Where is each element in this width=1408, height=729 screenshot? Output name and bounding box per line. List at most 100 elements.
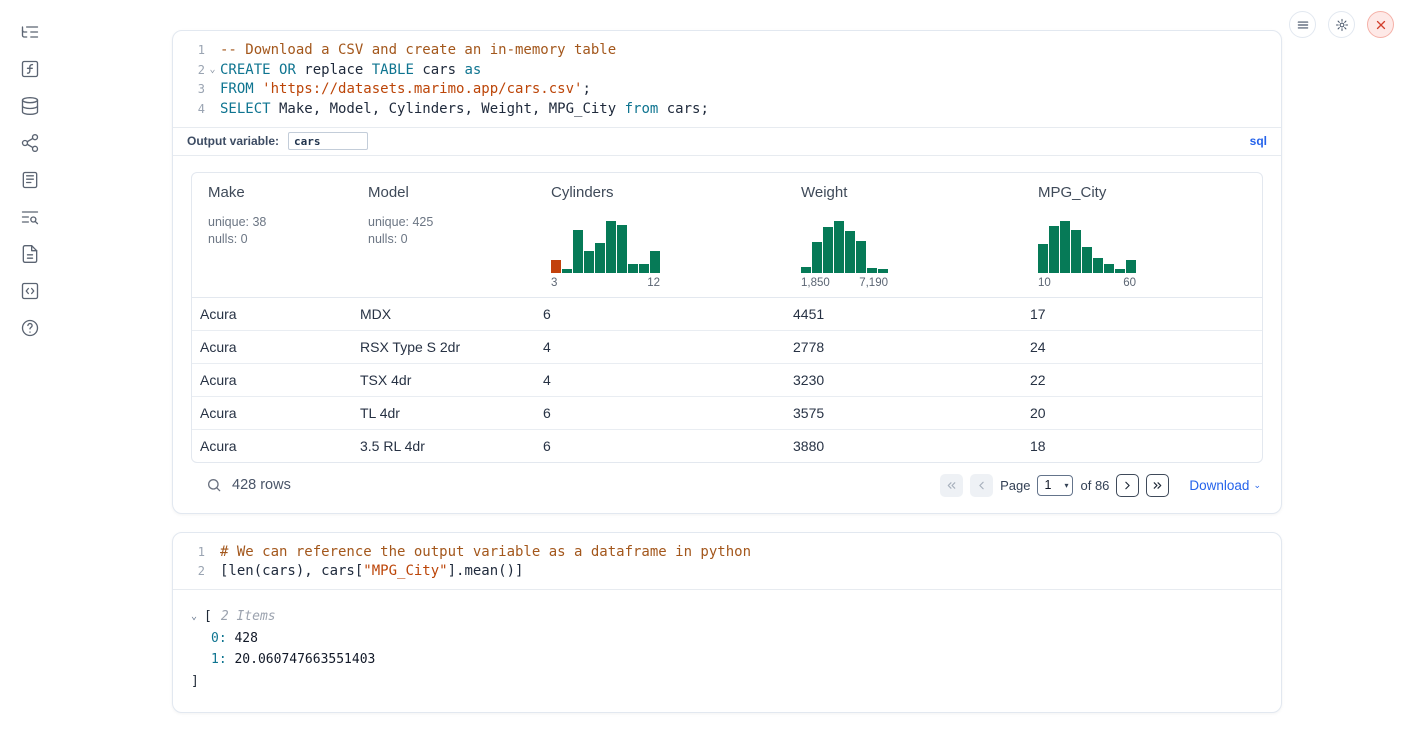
table-row[interactable]: AcuraMDX6445117 [192,298,1262,331]
next-page-button[interactable] [1116,474,1139,497]
histogram-bar[interactable] [834,221,844,273]
table-cell: TSX 4dr [352,364,535,396]
table-row[interactable]: AcuraTL 4dr6357520 [192,397,1262,430]
search-icon[interactable] [206,477,222,493]
histogram-bar[interactable] [867,268,877,273]
logs-icon[interactable] [18,205,42,229]
python-code-editor[interactable]: 1# We can reference the output variable … [173,533,1281,589]
histogram-bar[interactable] [1038,244,1048,273]
download-button[interactable]: Download ⌄ [1189,478,1261,493]
help-icon[interactable] [18,316,42,340]
code-line[interactable]: 1# We can reference the output variable … [179,542,1265,562]
sql-code-editor[interactable]: 1 -- Download a CSV and create an in-memo… [173,31,1281,127]
histogram-bar[interactable] [1093,258,1103,273]
table-cell: Acura [192,397,352,429]
file-tree-icon[interactable] [18,20,42,44]
histogram-bar[interactable] [606,221,616,273]
table-cell: 4451 [785,298,1022,330]
histogram-bar[interactable] [823,227,833,273]
code-text: [len(cars), cars["MPG_City"].mean()] [220,563,523,579]
histogram-bar[interactable] [595,243,605,273]
code-line[interactable]: 1 -- Download a CSV and create an in-memo… [179,40,1265,60]
table-cell: 20 [1022,397,1262,429]
code-text: -- Download a CSV and create an in-memor… [220,42,616,58]
datasources-icon[interactable] [18,94,42,118]
histogram-bar[interactable] [801,267,811,273]
histogram-bar[interactable] [878,269,888,273]
python-output: ⌄ [ 2 Items 0: 4281: 20.060747663551403 … [173,590,1281,712]
axis-min-label: 10 [1038,277,1051,289]
histogram-bar[interactable] [639,264,649,273]
table-cell: 22 [1022,364,1262,396]
documentation-icon[interactable] [18,242,42,266]
column-histogram: 1060 [1038,219,1136,289]
table-output-section: Makeunique: 38nulls: 0Modelunique: 425nu… [173,156,1281,513]
output-items: 0: 4281: 20.060747663551403 [191,628,1263,671]
histogram-bar[interactable] [812,242,822,273]
dependency-graph-icon[interactable] [18,131,42,155]
axis-min-label: 3 [551,277,557,289]
table-body: AcuraMDX6445117AcuraRSX Type S 2dr427782… [192,298,1262,462]
table-cell: TL 4dr [352,397,535,429]
code-line[interactable]: 3FROM 'https://datasets.marimo.app/cars.… [179,79,1265,99]
column-header-label[interactable]: Model [368,184,527,201]
histogram-bar[interactable] [856,241,866,273]
table-cell: 3.5 RL 4dr [352,430,535,462]
table-cell: Acura [192,364,352,396]
output-variable-input[interactable] [288,132,368,150]
table-row[interactable]: AcuraTSX 4dr4323022 [192,364,1262,397]
histogram-bar[interactable] [628,264,638,273]
last-page-button[interactable] [1146,474,1169,497]
histogram-bar[interactable] [650,251,660,273]
shutdown-close-button[interactable] [1367,11,1394,38]
histogram-bar[interactable] [1126,260,1136,273]
download-label: Download [1189,478,1249,493]
functions-icon[interactable] [18,57,42,81]
histogram-bar[interactable] [562,269,572,273]
histogram-bar[interactable] [1082,247,1092,273]
histogram-bar[interactable] [617,225,627,273]
item-value: 428 [227,631,258,646]
histogram-bar[interactable] [1115,269,1125,273]
histogram-bars [551,219,660,273]
table-cell: Acura [192,430,352,462]
histogram-bar[interactable] [845,231,855,273]
histogram-bar[interactable] [584,251,594,273]
histogram-bars [801,219,888,273]
output-variable-label: Output variable: [187,134,279,148]
histogram-bar[interactable] [1049,226,1059,273]
axis-max-label: 12 [647,277,660,289]
column-header-label[interactable]: Cylinders [551,184,777,201]
code-line[interactable]: 4SELECT Make, Model, Cylinders, Weight, … [179,99,1265,119]
code-line[interactable]: 2⌄CREATE OR replace TABLE cars as [179,60,1265,80]
line-number: 1 [179,43,205,57]
table-footer: 428 rows Page 1 ▾ of 86 [191,463,1263,509]
settings-gear-button[interactable] [1328,11,1355,38]
table-row[interactable]: Acura3.5 RL 4dr6388018 [192,430,1262,462]
table-cell: 18 [1022,430,1262,462]
items-summary: 2 Items [221,606,276,628]
histogram-bar[interactable] [1104,264,1114,273]
code-text: FROM 'https://datasets.marimo.app/cars.c… [220,81,591,97]
line-number: 2 [179,564,205,578]
histogram-bar[interactable] [551,260,561,273]
collapse-chevron-icon[interactable]: ⌄ [191,606,204,628]
histogram-bar[interactable] [1060,221,1070,273]
page-select[interactable]: 1 ▾ [1037,475,1073,496]
snippets-icon[interactable] [18,279,42,303]
table-cell: 3230 [785,364,1022,396]
menu-button[interactable] [1289,11,1316,38]
histogram-bar[interactable] [1071,230,1081,273]
histogram-bar[interactable] [573,230,583,273]
scratchpad-icon[interactable] [18,168,42,192]
column-header-label[interactable]: Make [208,184,344,201]
column-header-label[interactable]: MPG_City [1038,184,1254,201]
column-header-label[interactable]: Weight [801,184,1014,201]
prev-page-button[interactable] [970,474,993,497]
fold-indicator[interactable]: ⌄ [205,64,220,75]
column-header: Makeunique: 38nulls: 0 [192,173,352,297]
column-histogram: 3 12 [551,219,660,289]
table-row[interactable]: AcuraRSX Type S 2dr4277824 [192,331,1262,364]
code-line[interactable]: 2 [len(cars), cars["MPG_City"].mean()] [179,561,1265,581]
first-page-button[interactable] [940,474,963,497]
